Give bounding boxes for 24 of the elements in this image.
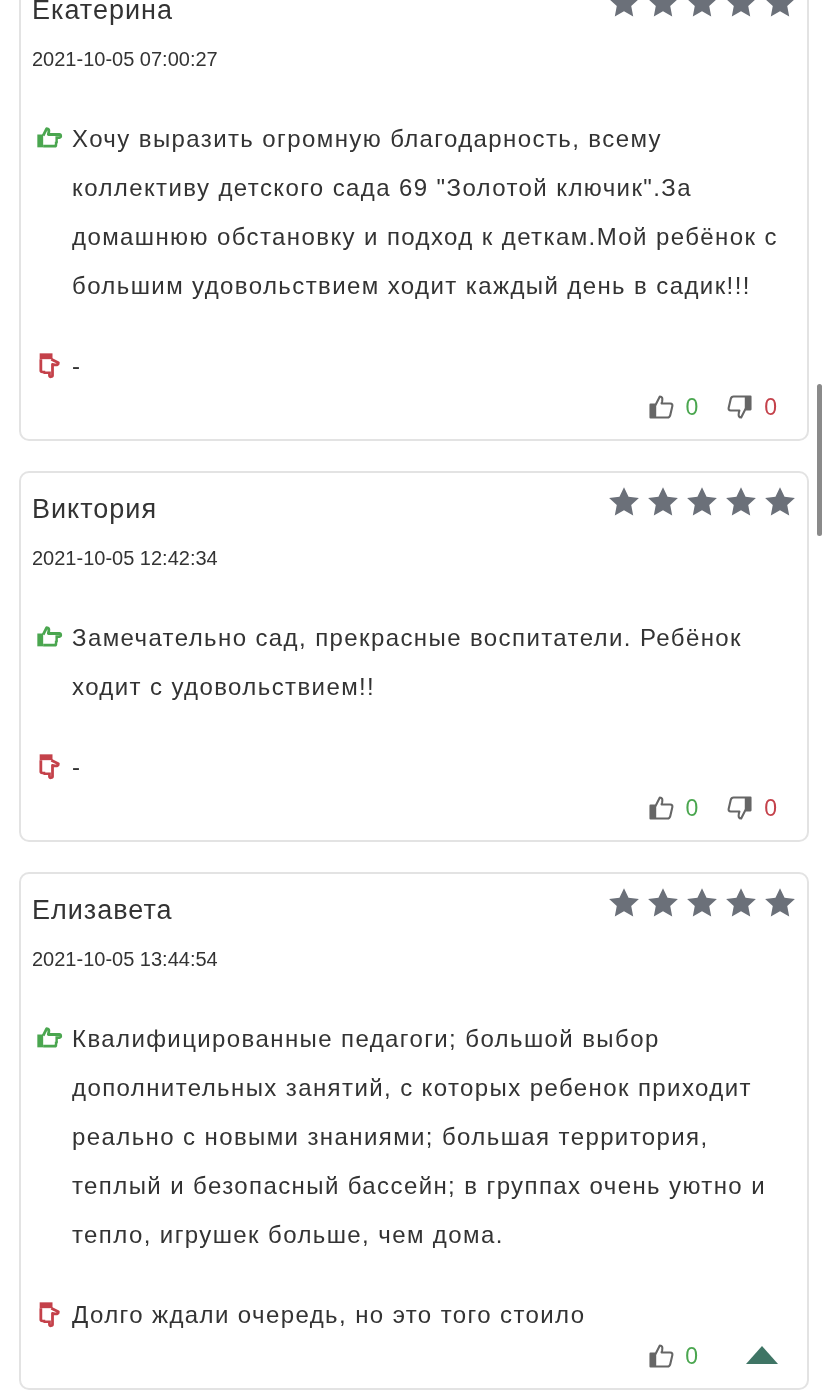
author-name: Виктория bbox=[32, 493, 157, 525]
dislike-count: 0 bbox=[764, 794, 777, 822]
like-count: 0 bbox=[685, 1342, 698, 1370]
pros-text: Квалифицированные педагоги; большой выбор дополнительных занятий, с которых ребенок приходит реально с новыми знаниями; большая территория, теплый и безопасный бассейн; в группах очень уютно и тепло, игрушек больше, чем дома. bbox=[72, 1024, 767, 1250]
pros-text: Замечательно сад, прекрасные воспитатели. Ребёнок ходит с удовольствием!! bbox=[72, 623, 743, 702]
cons-text: - bbox=[72, 752, 83, 782]
review-date: 2021-10-05 13:44:54 bbox=[32, 947, 219, 972]
thumbs-down-icon[interactable] bbox=[726, 794, 755, 822]
author-name: Елизавета bbox=[32, 894, 173, 926]
dislike-count: 0 bbox=[764, 393, 777, 421]
thumbs-up-icon[interactable] bbox=[647, 393, 676, 421]
like-count: 0 bbox=[685, 794, 699, 822]
scrollbar[interactable] bbox=[817, 384, 822, 536]
thumbs-up-icon[interactable] bbox=[647, 1342, 676, 1370]
cons-text: - bbox=[72, 351, 83, 381]
like-count: 0 bbox=[685, 393, 699, 421]
author-name: Екатерина bbox=[32, 0, 173, 26]
thumbs-down-icon[interactable] bbox=[726, 393, 755, 421]
pros-text: Хочу выразить огромную благодарность, всему коллективу детского сада 69 "Золотой ключик".За домашнюю обстановку и подход к деткам.Мой ребёнок с большим удовольствием ходит каждый день в садик!!! bbox=[72, 124, 779, 301]
thumbs-up-icon[interactable] bbox=[647, 794, 676, 822]
review-date: 2021-10-05 12:42:34 bbox=[32, 546, 219, 571]
caret-up-icon bbox=[746, 1346, 778, 1364]
cons-text: Долго ждали очередь, но это того стоило bbox=[72, 1300, 587, 1330]
review-date: 2021-10-05 07:00:27 bbox=[32, 47, 219, 72]
